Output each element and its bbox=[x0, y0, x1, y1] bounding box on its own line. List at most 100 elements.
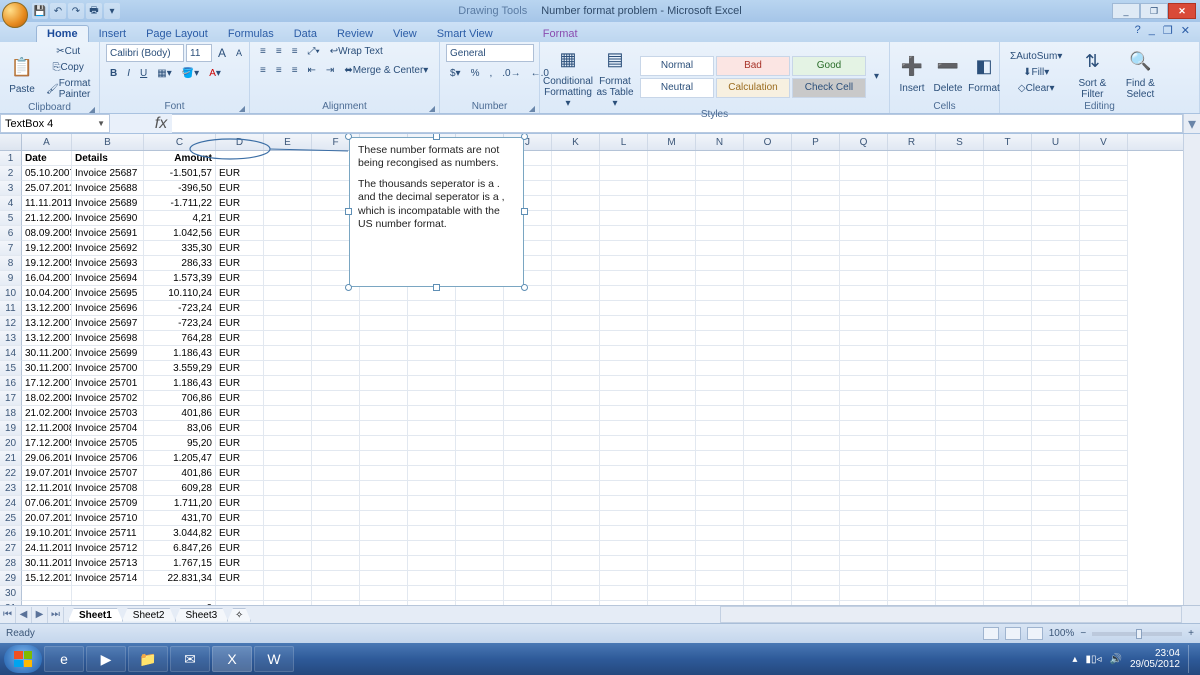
cell[interactable] bbox=[456, 556, 504, 571]
cell[interactable] bbox=[888, 151, 936, 166]
cell[interactable] bbox=[600, 496, 648, 511]
cell[interactable]: 30.11.2007 bbox=[22, 346, 72, 361]
cell[interactable] bbox=[936, 286, 984, 301]
cell[interactable] bbox=[744, 541, 792, 556]
cell[interactable] bbox=[360, 451, 408, 466]
cell[interactable]: Invoice 25708 bbox=[72, 481, 144, 496]
view-normal-button[interactable] bbox=[983, 627, 999, 640]
cell[interactable] bbox=[216, 586, 264, 601]
cell[interactable] bbox=[600, 481, 648, 496]
paste-button[interactable]: 📋 Paste bbox=[6, 52, 38, 95]
cell[interactable] bbox=[888, 331, 936, 346]
cell[interactable] bbox=[696, 526, 744, 541]
cell[interactable] bbox=[1032, 331, 1080, 346]
delete-cells-button[interactable]: ➖Delete bbox=[932, 51, 964, 94]
cell[interactable]: 17.12.2007 bbox=[22, 376, 72, 391]
italic-button[interactable]: I bbox=[123, 66, 134, 81]
style-good[interactable]: Good bbox=[792, 56, 866, 76]
cell[interactable] bbox=[792, 406, 840, 421]
cell[interactable]: 08.09.2005 bbox=[22, 226, 72, 241]
cell[interactable] bbox=[888, 436, 936, 451]
cell[interactable] bbox=[696, 256, 744, 271]
cell[interactable] bbox=[312, 496, 360, 511]
cell[interactable] bbox=[408, 331, 456, 346]
cell[interactable] bbox=[888, 541, 936, 556]
cell[interactable] bbox=[984, 301, 1032, 316]
cell[interactable] bbox=[1080, 256, 1128, 271]
font-dialog-icon[interactable]: ◢ bbox=[239, 104, 245, 113]
cell[interactable] bbox=[936, 346, 984, 361]
cell[interactable] bbox=[1032, 286, 1080, 301]
row-header[interactable]: 30 bbox=[0, 586, 22, 601]
cell[interactable]: Invoice 25710 bbox=[72, 511, 144, 526]
cell[interactable] bbox=[792, 166, 840, 181]
cell[interactable] bbox=[312, 391, 360, 406]
currency-button[interactable]: $▾ bbox=[446, 66, 465, 81]
conditional-formatting-button[interactable]: ▦Conditional Formatting ▾ bbox=[546, 44, 590, 109]
cell[interactable] bbox=[1032, 226, 1080, 241]
column-header[interactable]: U bbox=[1032, 134, 1080, 150]
cell[interactable] bbox=[840, 256, 888, 271]
cell[interactable] bbox=[264, 316, 312, 331]
cell[interactable] bbox=[264, 496, 312, 511]
cell[interactable] bbox=[1032, 541, 1080, 556]
cell[interactable]: 1.205,47 bbox=[144, 451, 216, 466]
cell[interactable] bbox=[600, 316, 648, 331]
cell[interactable] bbox=[840, 286, 888, 301]
cell[interactable] bbox=[360, 526, 408, 541]
cell[interactable]: EUR bbox=[216, 211, 264, 226]
cell[interactable] bbox=[264, 451, 312, 466]
doc-minimize-icon[interactable]: _ bbox=[1149, 24, 1155, 37]
cell[interactable] bbox=[984, 316, 1032, 331]
cell[interactable] bbox=[984, 391, 1032, 406]
cell[interactable] bbox=[792, 451, 840, 466]
insert-cells-button[interactable]: ➕Insert bbox=[896, 51, 928, 94]
cell[interactable]: 286,33 bbox=[144, 256, 216, 271]
cell[interactable] bbox=[456, 571, 504, 586]
cell[interactable] bbox=[1080, 496, 1128, 511]
cell[interactable]: EUR bbox=[216, 301, 264, 316]
cell[interactable] bbox=[936, 316, 984, 331]
cell[interactable] bbox=[360, 391, 408, 406]
cell[interactable] bbox=[648, 496, 696, 511]
cell[interactable] bbox=[984, 556, 1032, 571]
cell[interactable] bbox=[552, 241, 600, 256]
style-check-cell[interactable]: Check Cell bbox=[792, 78, 866, 98]
save-icon[interactable]: 💾 bbox=[32, 3, 48, 19]
cell[interactable] bbox=[648, 226, 696, 241]
cell[interactable] bbox=[504, 586, 552, 601]
cell[interactable] bbox=[456, 586, 504, 601]
cell[interactable]: EUR bbox=[216, 286, 264, 301]
cell[interactable] bbox=[360, 436, 408, 451]
cell[interactable] bbox=[840, 421, 888, 436]
cell[interactable] bbox=[1032, 496, 1080, 511]
row-header[interactable]: 4 bbox=[0, 196, 22, 211]
alignment-dialog-icon[interactable]: ◢ bbox=[429, 104, 435, 113]
cell[interactable] bbox=[408, 346, 456, 361]
cell[interactable] bbox=[888, 571, 936, 586]
indent-inc-button[interactable]: ⇥ bbox=[322, 63, 338, 78]
cell[interactable]: 3.559,29 bbox=[144, 361, 216, 376]
cell[interactable] bbox=[1080, 181, 1128, 196]
cell[interactable] bbox=[600, 226, 648, 241]
cell[interactable] bbox=[840, 226, 888, 241]
cell[interactable]: Invoice 25700 bbox=[72, 361, 144, 376]
cell[interactable]: EUR bbox=[216, 271, 264, 286]
horizontal-scrollbar[interactable] bbox=[720, 606, 1182, 623]
cell[interactable] bbox=[600, 256, 648, 271]
bold-button[interactable]: B bbox=[106, 66, 121, 81]
cell[interactable] bbox=[360, 496, 408, 511]
cell[interactable] bbox=[792, 286, 840, 301]
cell[interactable] bbox=[264, 466, 312, 481]
cell[interactable] bbox=[360, 346, 408, 361]
cell[interactable] bbox=[744, 286, 792, 301]
cell[interactable] bbox=[936, 196, 984, 211]
cell[interactable] bbox=[840, 406, 888, 421]
cell[interactable] bbox=[696, 361, 744, 376]
cell[interactable] bbox=[744, 196, 792, 211]
cell[interactable] bbox=[744, 211, 792, 226]
align-right-button[interactable]: ≡ bbox=[288, 63, 302, 78]
cell[interactable] bbox=[792, 391, 840, 406]
cell[interactable] bbox=[792, 586, 840, 601]
cell[interactable] bbox=[792, 316, 840, 331]
